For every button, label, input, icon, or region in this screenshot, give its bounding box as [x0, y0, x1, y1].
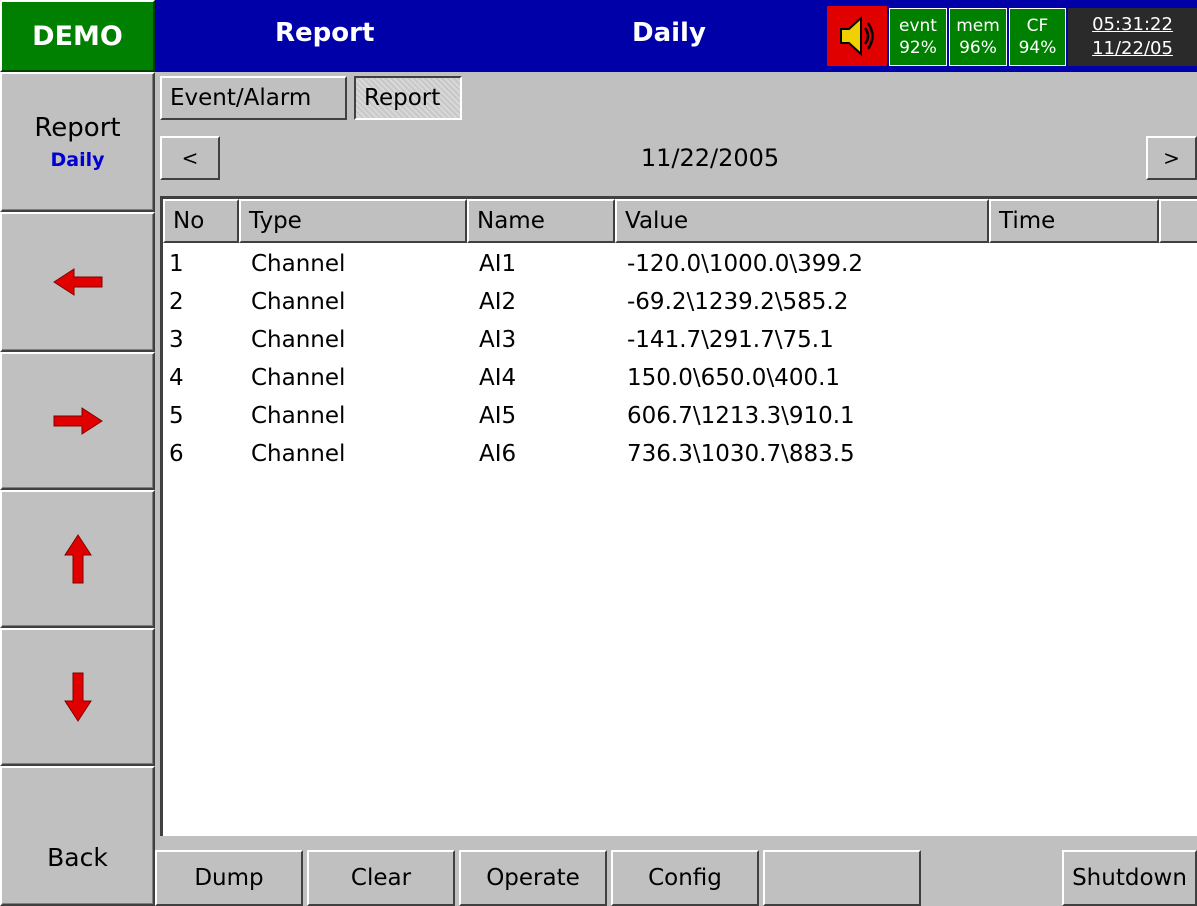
right-arrow-button[interactable]: [0, 352, 155, 490]
status-cf: CF 94%: [1009, 8, 1066, 66]
down-arrow-button[interactable]: [0, 628, 155, 766]
cell-type: Channel: [251, 251, 346, 277]
cell-value: -141.7\291.7\75.1: [627, 327, 834, 353]
arrow-left-icon: [52, 268, 102, 296]
demo-badge: DEMO: [0, 0, 155, 72]
cell-no: 6: [169, 441, 184, 467]
cell-value: -120.0\1000.0\399.2: [627, 251, 863, 277]
cell-name: AI1: [479, 251, 517, 277]
cell-type: Channel: [251, 365, 346, 391]
arrow-down-icon: [63, 672, 92, 722]
cell-value: -69.2\1239.2\585.2: [627, 289, 849, 315]
column-header-name[interactable]: Name: [467, 199, 615, 243]
tab-event-alarm[interactable]: Event/Alarm: [160, 76, 347, 120]
report-button-label: Report: [34, 113, 121, 143]
cell-no: 2: [169, 289, 184, 315]
column-header-time[interactable]: Time: [989, 199, 1159, 243]
up-arrow-button[interactable]: [0, 490, 155, 628]
cell-name: AI5: [479, 403, 517, 429]
table-row[interactable]: 1 Channel AI1 -120.0\1000.0\399.2: [163, 247, 1197, 285]
column-header-extra: [1159, 199, 1197, 243]
report-mode-title: Daily: [632, 18, 706, 48]
table-row[interactable]: 3 Channel AI3 -141.7\291.7\75.1: [163, 323, 1197, 361]
prev-date-button[interactable]: <: [160, 136, 220, 180]
clock-date: 11/22/05: [1092, 38, 1173, 59]
status-mem-label: mem: [956, 16, 1000, 36]
arrow-up-icon: [63, 534, 92, 584]
status-cf-label: CF: [1026, 16, 1049, 36]
cell-value: 736.3\1030.7\883.5: [627, 441, 855, 467]
status-evnt: evnt 92%: [889, 8, 947, 66]
cell-no: 4: [169, 365, 184, 391]
cell-name: AI6: [479, 441, 517, 467]
page-title: Report: [275, 18, 375, 48]
tab-report[interactable]: Report: [354, 76, 462, 120]
cell-no: 5: [169, 403, 184, 429]
cell-value: 150.0\650.0\400.1: [627, 365, 841, 391]
shutdown-button[interactable]: Shutdown: [1062, 850, 1197, 906]
blank-button[interactable]: [763, 850, 921, 906]
cell-name: AI3: [479, 327, 517, 353]
column-header-type[interactable]: Type: [239, 199, 467, 243]
current-date: 11/22/2005: [640, 144, 780, 172]
cell-type: Channel: [251, 289, 346, 315]
report-button[interactable]: Report Daily: [0, 72, 155, 212]
speaker-icon[interactable]: [827, 6, 887, 66]
status-mem: mem 96%: [949, 8, 1007, 66]
report-button-sublabel: Daily: [50, 149, 105, 171]
dump-button[interactable]: Dump: [155, 850, 303, 906]
cell-no: 3: [169, 327, 184, 353]
report-table[interactable]: No Type Name Value Time 1 Channel AI1 -120.…: [160, 196, 1197, 836]
table-row[interactable]: 5 Channel AI5 606.7\1213.3\910.1: [163, 399, 1197, 437]
cell-type: Channel: [251, 327, 346, 353]
next-date-button[interactable]: >: [1146, 136, 1197, 180]
cell-name: AI4: [479, 365, 517, 391]
left-arrow-button[interactable]: [0, 212, 155, 352]
status-mem-value: 96%: [959, 38, 997, 58]
clock-time: 05:31:22: [1092, 14, 1173, 35]
back-button[interactable]: Back: [0, 766, 155, 906]
clock: 05:31:22 11/22/05: [1068, 8, 1197, 66]
column-header-value[interactable]: Value: [615, 199, 989, 243]
status-evnt-value: 92%: [899, 38, 937, 58]
cell-type: Channel: [251, 441, 346, 467]
operate-button[interactable]: Operate: [459, 850, 607, 906]
clear-button[interactable]: Clear: [307, 850, 455, 906]
status-evnt-label: evnt: [899, 16, 937, 36]
cell-value: 606.7\1213.3\910.1: [627, 403, 855, 429]
cell-no: 1: [169, 251, 184, 277]
status-cf-value: 94%: [1018, 38, 1057, 58]
cell-type: Channel: [251, 403, 346, 429]
column-header-no[interactable]: No: [163, 199, 239, 243]
table-row[interactable]: 4 Channel AI4 150.0\650.0\400.1: [163, 361, 1197, 399]
table-row[interactable]: 2 Channel AI2 -69.2\1239.2\585.2: [163, 285, 1197, 323]
table-row[interactable]: 6 Channel AI6 736.3\1030.7\883.5: [163, 437, 1197, 475]
cell-name: AI2: [479, 289, 517, 315]
arrow-right-icon: [53, 407, 103, 435]
config-button[interactable]: Config: [611, 850, 759, 906]
